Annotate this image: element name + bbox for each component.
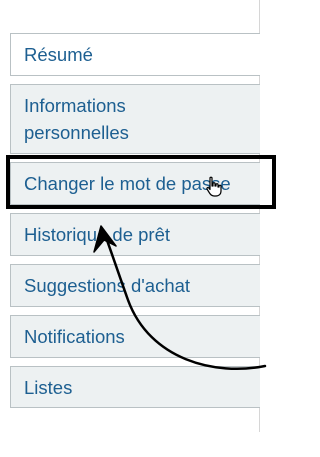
sidebar-item-informations-personnelles[interactable]: Informations personnelles — [10, 84, 260, 154]
highlight-box — [6, 155, 276, 209]
sidebar-item-suggestions-d-achat[interactable]: Suggestions d'achat — [10, 264, 260, 307]
sidebar-item-label: Résumé — [24, 44, 93, 65]
sidebar-item-label: Suggestions d'achat — [24, 275, 191, 296]
sidebar-item-label: Listes — [24, 376, 73, 398]
sidebar-item-listes[interactable]: Listes — [10, 366, 260, 408]
hand-pointer-icon — [206, 176, 222, 197]
sidebar-item-historique-de-pret[interactable]: Historique de prêt — [10, 213, 260, 256]
sidebar-item-label: Notifications — [24, 326, 125, 347]
sidebar-item-label: Historique de prêt — [24, 224, 171, 245]
sidebar-item-resume[interactable]: Résumé — [10, 33, 260, 76]
sidebar-item-label: Informations personnelles — [24, 95, 129, 143]
sidebar-item-notifications[interactable]: Notifications — [10, 315, 260, 358]
